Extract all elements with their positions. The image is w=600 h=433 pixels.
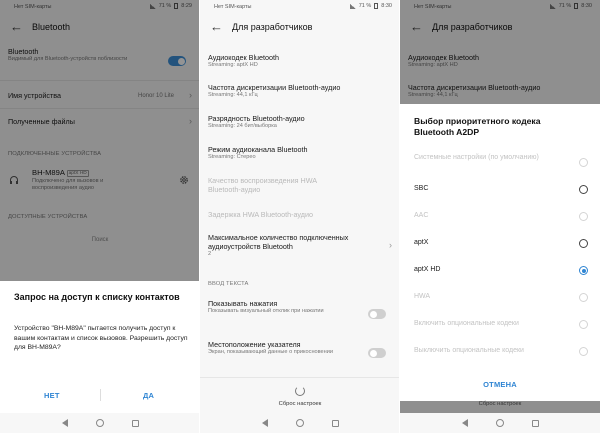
setting-value: Streaming: Стерео — [208, 154, 256, 160]
deny-button[interactable]: НЕТ — [44, 391, 60, 400]
nav-home-icon[interactable] — [295, 419, 304, 427]
codec-selection-screen: Нет SIM-карты 71 % 8:30 ← Для разработчик… — [400, 0, 600, 433]
operator-label: Нет SIM-карты — [214, 4, 252, 10]
show-taps-row[interactable]: Показывать нажатия Показывать визуальный… — [208, 299, 358, 315]
hwa-quality-row: Качество воспроизведения HWA Bluetooth-а… — [208, 176, 348, 194]
codec-option: Включить опциональные кодеки — [414, 320, 519, 327]
nav-back-icon[interactable] — [61, 419, 68, 427]
battery-icon — [374, 3, 379, 9]
bit-depth-row[interactable]: Разрядность Bluetooth-аудио Streaming: 2… — [208, 114, 394, 130]
setting-title: Качество воспроизведения HWA Bluetooth-а… — [208, 176, 317, 194]
navigation-bar — [200, 413, 400, 433]
dialog-title: Запрос на доступ к списку контактов — [14, 292, 180, 302]
nav-back-icon[interactable] — [461, 419, 468, 427]
page-title: Для разработчиков — [232, 22, 313, 32]
nav-recents-icon[interactable] — [531, 419, 539, 427]
navigation-bar — [400, 413, 600, 433]
codec-radio — [579, 293, 588, 302]
codec-option[interactable]: aptX — [414, 239, 428, 248]
codec-option: HWA — [414, 293, 431, 300]
dialog-title: Выбор приоритетного кодека Bluetooth A2D… — [414, 116, 541, 137]
codec-option[interactable]: SBC — [414, 185, 428, 194]
codec-picker-dialog: Выбор приоритетного кодека Bluetooth A2D… — [400, 104, 600, 401]
pointer-location-switch[interactable] — [368, 348, 386, 358]
codec-radio — [579, 158, 588, 167]
nav-home-icon[interactable] — [95, 419, 104, 427]
max-devices-row[interactable]: Максимальное количество подключенных ауд… — [208, 233, 378, 258]
app-bar: ← Для разработчиков — [200, 14, 400, 42]
button-divider — [100, 389, 101, 401]
panel-separator — [199, 0, 200, 433]
setting-value: Streaming: aptX HD — [208, 62, 258, 68]
setting-title: Разрядность Bluetooth-аудио — [208, 114, 305, 123]
setting-title: Максимальное количество подключенных ауд… — [208, 233, 349, 251]
setting-title: Задержка HWA Bluetooth-аудио — [208, 210, 313, 219]
setting-value: Streaming: 24 бит/выборка — [208, 123, 277, 129]
codec-option: Системные настройки (по умолчанию) — [414, 154, 539, 161]
dialog-message: Устройство "BH-M89A" пытается получить д… — [14, 325, 188, 352]
nav-recents-icon[interactable] — [331, 419, 339, 427]
bluetooth-settings-screen: Нет SIM-карты 71 % 8:29 ← Bluetooth Bluet… — [0, 0, 200, 433]
sample-rate-row[interactable]: Частота дискретизации Bluetooth-аудио St… — [208, 83, 394, 99]
codec-radio — [579, 347, 588, 356]
contacts-access-dialog: Запрос на доступ к списку контактов Устр… — [0, 281, 200, 433]
nav-back-icon[interactable] — [261, 419, 268, 427]
setting-value: Streaming: 44,1 кГц — [208, 92, 258, 98]
nav-recents-icon[interactable] — [131, 419, 139, 427]
cancel-button[interactable]: ОТМЕНА — [400, 380, 600, 389]
setting-title: Аудиокодек Bluetooth — [208, 53, 280, 62]
reset-settings-button[interactable]: Сброс настроек — [200, 401, 400, 407]
setting-description: Показывать визуальный отклик при нажатии — [208, 308, 324, 314]
codec-radio[interactable] — [579, 239, 588, 248]
codec-radio[interactable] — [579, 185, 588, 194]
setting-title: Режим аудиоканала Bluetooth — [208, 145, 308, 154]
setting-title: Частота дискретизации Bluetooth-аудио — [208, 83, 341, 92]
status-bar: Нет SIM-карты 71 % 8:30 — [200, 0, 400, 14]
codec-radio — [579, 320, 588, 329]
allow-button[interactable]: ДА — [143, 391, 154, 400]
codec-radio — [579, 212, 588, 221]
navigation-bar — [0, 413, 200, 433]
setting-value: 2 — [208, 251, 212, 257]
setting-description: Экран, показывающий данные о прикосновен… — [208, 349, 333, 355]
codec-option: Выключить опциональные кодеки — [414, 347, 524, 354]
signal-icon — [349, 3, 356, 9]
chevron-right-icon: › — [389, 240, 392, 250]
bluetooth-codec-row[interactable]: Аудиокодек Bluetooth Streaming: aptX HD — [208, 53, 394, 69]
show-taps-switch[interactable] — [368, 309, 386, 319]
battery-label: 71 % — [358, 3, 372, 9]
reset-refresh-icon[interactable] — [295, 386, 305, 396]
codec-option-selected[interactable]: aptX HD — [414, 266, 440, 275]
panel-separator — [399, 0, 400, 433]
hwa-delay-row: Задержка HWA Bluetooth-аудио — [208, 210, 394, 219]
input-section-header: ВВОД ТЕКСТА — [208, 281, 249, 287]
developer-options-screen: Нет SIM-карты 71 % 8:30 ← Для разработчик… — [200, 0, 400, 433]
back-arrow-icon[interactable]: ← — [210, 20, 223, 34]
clock: 8:30 — [381, 3, 392, 9]
reset-settings-button[interactable]: Сброс настроек — [400, 401, 600, 407]
codec-option: AAC — [414, 212, 429, 219]
setting-title: Показывать нажатия — [208, 299, 278, 308]
codec-radio-selected[interactable] — [579, 266, 588, 275]
nav-home-icon[interactable] — [495, 419, 504, 427]
channel-mode-row[interactable]: Режим аудиоканала Bluetooth Streaming: С… — [208, 145, 394, 161]
setting-title: Местоположение указателя — [208, 340, 301, 349]
pointer-location-row[interactable]: Местоположение указателя Экран, показыва… — [208, 340, 358, 356]
